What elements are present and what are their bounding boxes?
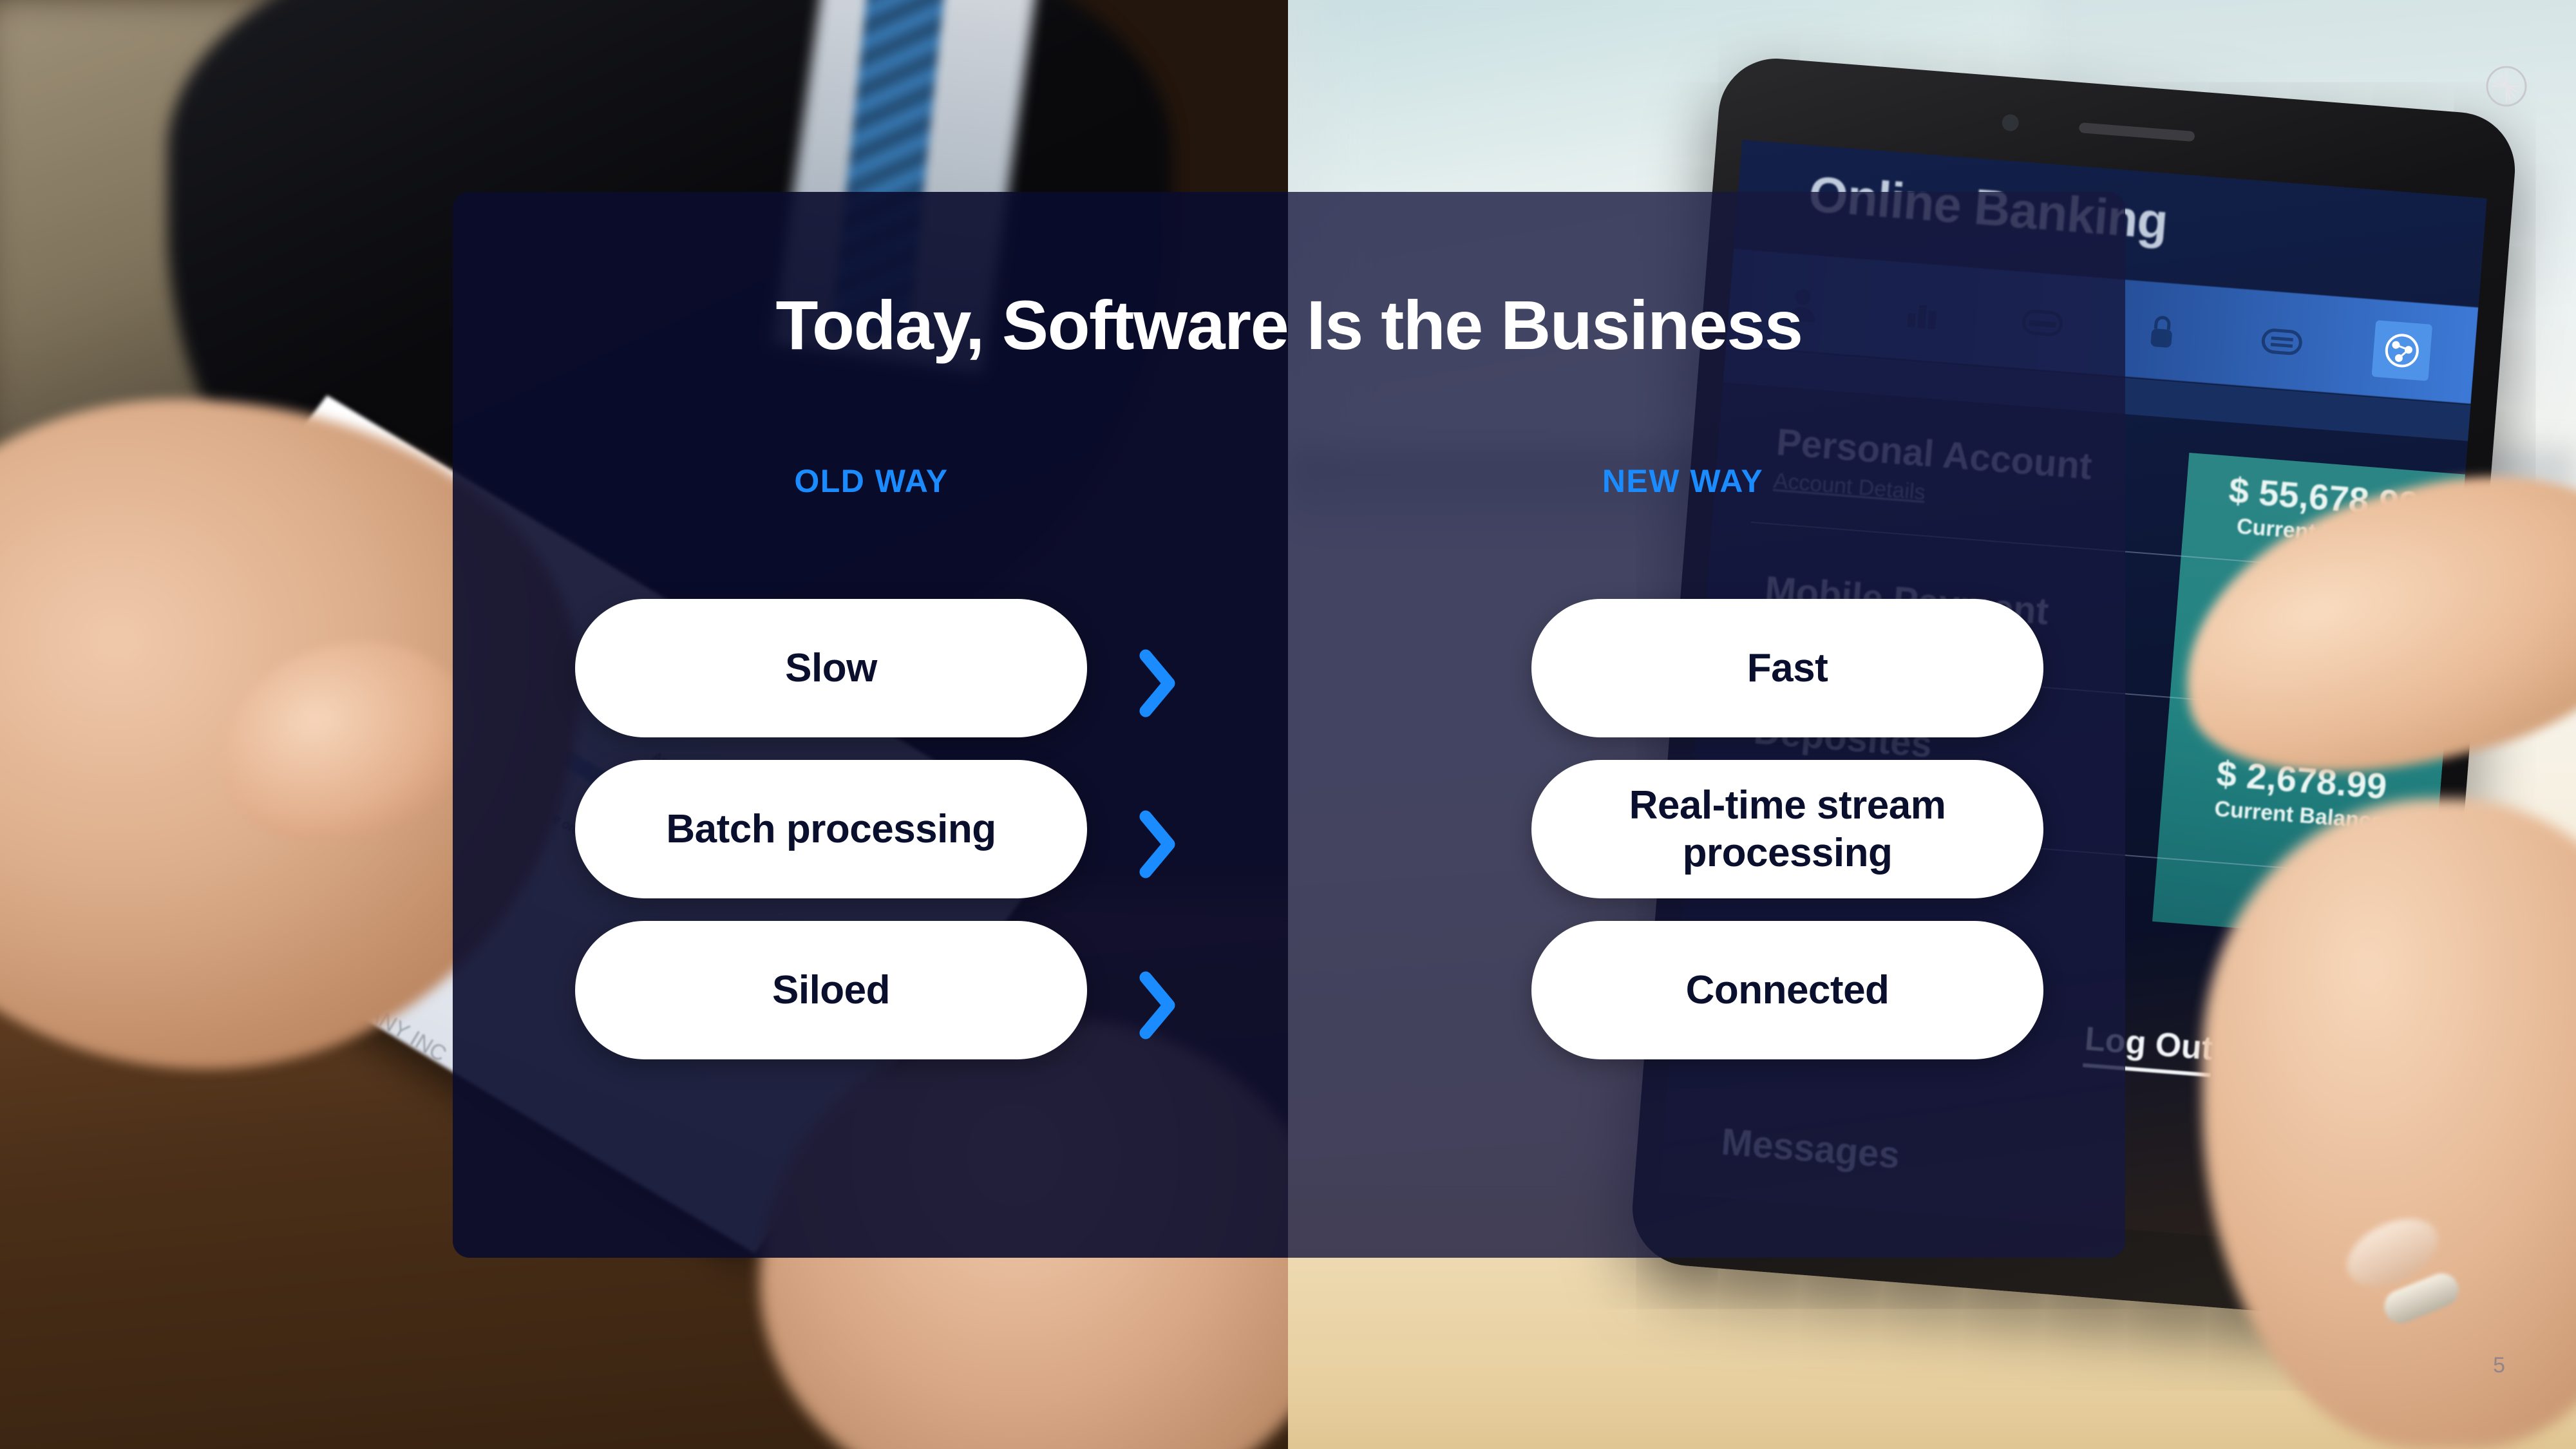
front-camera-icon	[2001, 113, 2020, 132]
old-way-pill-label: Slow	[785, 645, 877, 690]
old-way-pill[interactable]: Siloed	[575, 921, 1087, 1059]
comparison-rows: Slow Fast Batch processing Real-time str…	[453, 572, 2125, 1059]
menu-icon[interactable]	[2251, 310, 2313, 372]
new-way-pill[interactable]: Connected	[1531, 921, 2043, 1059]
page-number: 5	[2493, 1353, 2505, 1378]
old-way-pill[interactable]: Slow	[575, 599, 1087, 737]
comparison-row: Slow Fast	[453, 572, 2125, 737]
comparison-row: Siloed Connected	[453, 894, 2125, 1059]
old-way-pill[interactable]: Batch processing	[575, 760, 1087, 898]
chevron-right-icon	[1137, 809, 1178, 880]
chevron-right-icon	[1137, 648, 1178, 719]
new-way-pill[interactable]: Real-time stream processing	[1531, 760, 2043, 898]
old-way-pill-label: Siloed	[772, 967, 891, 1012]
column-heading-new-way: NEW WAY	[1602, 463, 1764, 499]
new-way-pill[interactable]: Fast	[1531, 599, 2043, 737]
share-icon[interactable]	[2371, 320, 2432, 381]
earpiece-speaker	[2078, 122, 2195, 142]
new-way-pill-label: Real-time stream processing	[1629, 783, 1946, 875]
lock-icon[interactable]	[2132, 301, 2193, 363]
comparison-row: Batch processing Real-time stream proces…	[453, 733, 2125, 898]
old-way-pill-label: Batch processing	[666, 806, 996, 851]
page-title: Today, Software Is the Business	[775, 286, 1803, 364]
content-panel: Today, Software Is the Business OLD WAY …	[453, 192, 2125, 1258]
new-way-pill-label: Fast	[1747, 645, 1828, 690]
starburst-circle-logo	[2485, 64, 2528, 108]
chevron-right-icon	[1137, 970, 1178, 1041]
slide-root: $ Pay to the order of Amount Date COMPAN…	[0, 0, 2576, 1449]
column-heading-old-way: OLD WAY	[794, 463, 949, 499]
new-way-pill-label: Connected	[1685, 967, 1889, 1012]
